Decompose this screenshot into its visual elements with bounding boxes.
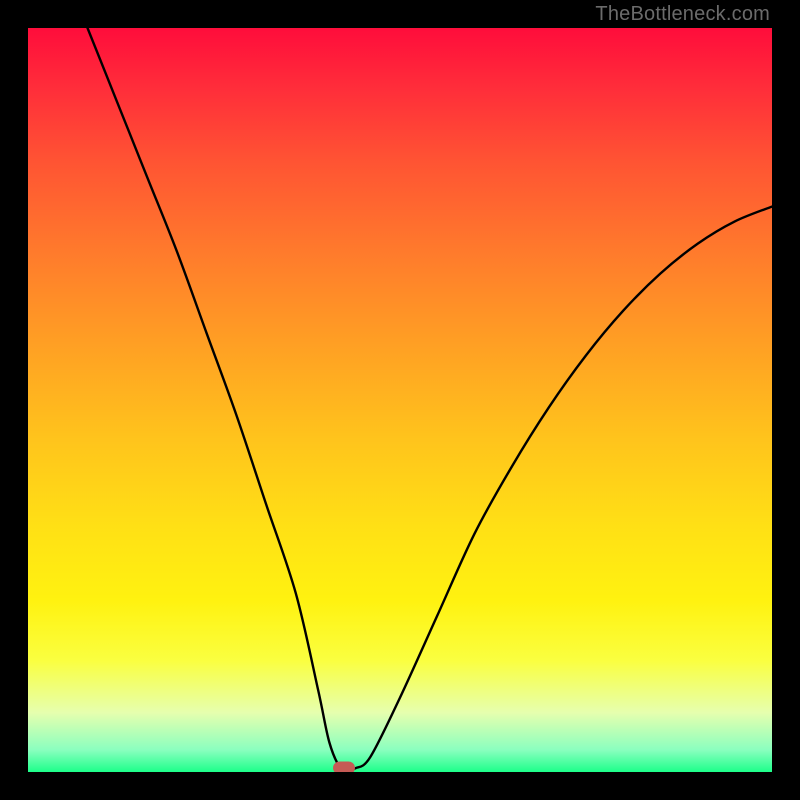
chart-frame: TheBottleneck.com [0,0,800,800]
plot-area [28,28,772,772]
bottleneck-curve [28,28,772,772]
minimum-marker [333,762,355,772]
watermark-text: TheBottleneck.com [595,3,770,26]
